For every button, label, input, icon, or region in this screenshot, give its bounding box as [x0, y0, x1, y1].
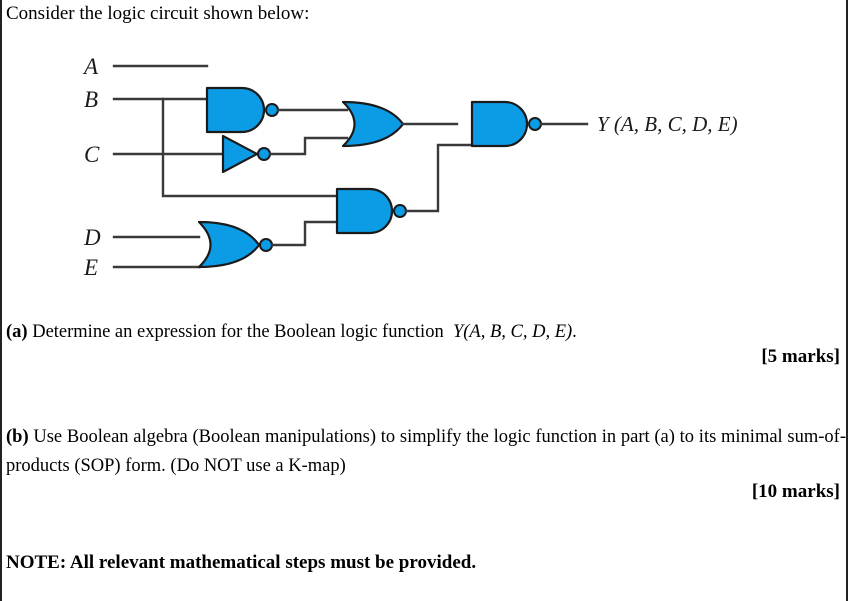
nand-gate-output — [470, 100, 529, 148]
note-line: NOTE: All relevant mathematical steps mu… — [6, 548, 846, 578]
input-label-d: D — [83, 225, 101, 250]
nand-gate-ab — [205, 86, 266, 134]
or-gate — [341, 100, 405, 148]
nand-gate-lower — [335, 187, 394, 235]
nor-gate-de-bubble — [259, 238, 273, 252]
part-a-text-after: . — [572, 322, 577, 342]
part-a-label: (a) — [6, 322, 28, 342]
part-a-marks: [5 marks] — [761, 346, 840, 367]
part-a-text: Determine an expression for the Boolean … — [28, 322, 577, 342]
part-b-label: (b) — [6, 427, 29, 447]
part-b-marks: [10 marks] — [751, 481, 840, 502]
logic-circuit-diagram: A B C D E Y (A, B, C, D, E) — [82, 54, 738, 280]
nand-gate-output-bubble — [528, 117, 542, 131]
nor-gate-de — [197, 220, 261, 269]
note-text: NOTE: All relevant mathematical steps mu… — [6, 552, 477, 573]
input-label-b: B — [84, 87, 98, 112]
output-label: Y (A, B, C, D, E) — [597, 112, 738, 136]
wire-not-c-out — [268, 136, 349, 156]
exam-question-page: Consider the logic circuit shown below: … — [0, 0, 848, 601]
input-label-e: E — [83, 255, 98, 280]
part-a-text-before: Determine an expression for the Boolean … — [32, 322, 444, 342]
not-gate-c — [221, 134, 259, 174]
nand-gate-lower-bubble — [393, 204, 407, 218]
question-part-b: (b) Use Boolean algebra (Boolean manipul… — [6, 423, 846, 481]
part-b-text-body: Use Boolean algebra (Boolean manipulatio… — [6, 427, 846, 476]
input-label-c: C — [84, 142, 100, 167]
intro-text: Consider the logic circuit shown below: — [6, 3, 310, 24]
not-gate-c-bubble — [257, 147, 271, 161]
question-part-a: (a) Determine an expression for the Bool… — [6, 318, 846, 347]
wire-nor-de-out — [270, 220, 339, 247]
wire-nand-lower-out — [404, 143, 474, 213]
part-a-math: Y(A, B, C, D, E) — [452, 322, 573, 342]
part-b-text: Use Boolean algebra (Boolean manipulatio… — [6, 427, 846, 476]
input-label-a: A — [82, 54, 99, 79]
nand-gate-ab-bubble — [265, 103, 279, 117]
